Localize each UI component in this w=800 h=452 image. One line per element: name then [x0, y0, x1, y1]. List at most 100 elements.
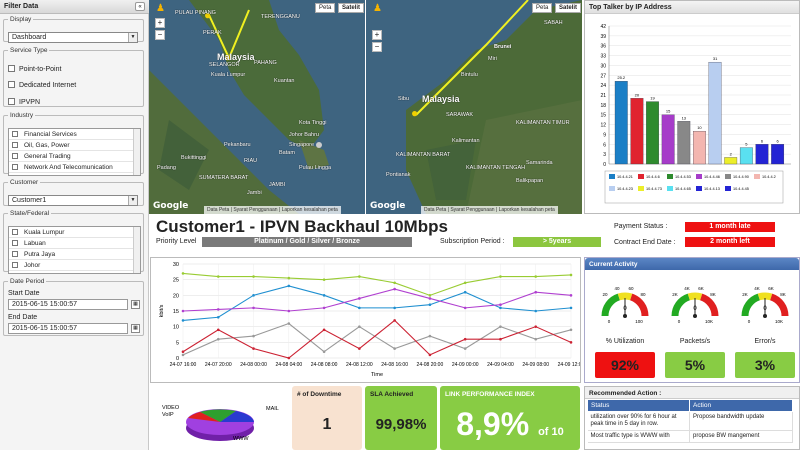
data-point[interactable] [569, 306, 573, 310]
data-point[interactable] [322, 278, 326, 281]
list-item[interactable]: Johor [9, 260, 140, 271]
customer-select[interactable]: Customer1 ▼ [8, 195, 138, 206]
data-point[interactable] [534, 337, 538, 341]
map-footer-link[interactable]: Syarat Penggunaan [450, 207, 494, 213]
bar[interactable] [724, 157, 738, 165]
data-point[interactable] [322, 306, 326, 310]
data-point[interactable] [322, 294, 326, 297]
list-scrollbar[interactable] [133, 129, 140, 175]
data-point[interactable] [499, 303, 502, 307]
data-point[interactable] [393, 281, 396, 285]
bar[interactable] [646, 101, 659, 165]
list-item[interactable]: Putra Jaya [9, 249, 140, 260]
data-point[interactable] [252, 275, 255, 278]
zoom-in-button[interactable]: + [155, 18, 165, 28]
start-date-input[interactable]: 2015-06-15 15:00:57 [8, 299, 128, 310]
data-point[interactable] [569, 294, 573, 297]
satellite-view-button[interactable]: Satelit [338, 3, 365, 13]
data-point[interactable] [499, 275, 502, 278]
map-view-button[interactable]: Peta [532, 3, 553, 13]
zoom-out-button[interactable]: − [155, 30, 165, 40]
data-point[interactable] [499, 306, 502, 310]
data-point[interactable] [181, 350, 185, 354]
data-point[interactable] [534, 309, 538, 313]
industry-list[interactable]: Financial Services Oil, Gas, Power Gener… [8, 128, 141, 176]
list-item[interactable]: Oil, Gas, Power [9, 140, 140, 151]
data-point[interactable] [534, 275, 538, 278]
data-point[interactable] [428, 303, 432, 307]
bar[interactable] [739, 147, 753, 165]
data-point[interactable] [393, 306, 396, 310]
data-point[interactable] [322, 328, 326, 332]
pegman-icon[interactable]: ♟ [373, 3, 382, 14]
collapse-icon[interactable]: « [135, 2, 145, 11]
data-point[interactable] [499, 325, 502, 328]
map-view-button[interactable]: Peta [315, 3, 336, 13]
pegman-icon[interactable]: ♟ [156, 3, 165, 14]
checkbox-ipvpn[interactable]: IPVPN [8, 98, 40, 106]
data-point[interactable] [358, 297, 361, 300]
map-footer[interactable]: Data Peta | Syarat Penggunaan | Laporkan… [204, 206, 341, 214]
bar[interactable] [771, 144, 785, 165]
bar[interactable] [661, 114, 675, 165]
checkbox-dedicated-internet[interactable]: Dedicated Internet [8, 81, 76, 89]
map-borneo[interactable]: ● SABAH Brunei Miri Bintulu Malaysia Sib… [366, 0, 582, 214]
map-peninsular[interactable]: ● ● PULAU PINANG PERAK Malaysia Kuala Lu… [149, 0, 365, 214]
bar[interactable] [693, 130, 706, 165]
data-point[interactable] [428, 353, 432, 357]
map-footer[interactable]: Data Peta | Syarat Penggunaan | Laporkan… [421, 206, 558, 214]
list-item[interactable]: Financial Services [9, 129, 140, 140]
data-point[interactable] [428, 297, 432, 300]
data-point[interactable] [428, 294, 432, 297]
data-point[interactable] [569, 328, 573, 332]
calendar-icon[interactable]: ▦ [131, 300, 140, 309]
data-point[interactable] [358, 275, 361, 278]
data-point[interactable] [287, 284, 291, 288]
data-point[interactable] [569, 273, 573, 277]
data-point[interactable] [181, 353, 185, 357]
bar[interactable] [708, 61, 722, 165]
data-point[interactable] [216, 275, 220, 278]
bar[interactable] [755, 144, 769, 165]
data-point[interactable] [181, 319, 185, 322]
map-marker-icon[interactable]: ● [411, 106, 418, 120]
map-footer-link[interactable]: Laporkan kesalahan peta [282, 207, 338, 213]
data-point[interactable] [428, 334, 432, 338]
data-point[interactable] [322, 350, 326, 354]
zoom-out-button[interactable]: − [372, 42, 382, 52]
display-select[interactable]: Dashboard ▼ [8, 32, 138, 43]
data-point[interactable] [287, 356, 291, 360]
map-footer-link[interactable]: Laporkan kesalahan peta [499, 207, 555, 213]
data-point[interactable] [181, 272, 185, 275]
bar[interactable] [630, 98, 644, 165]
data-point[interactable] [393, 347, 396, 350]
map-footer-link[interactable]: Syarat Penggunaan [233, 207, 277, 213]
data-point[interactable] [287, 276, 291, 280]
data-point[interactable] [463, 347, 467, 350]
data-point[interactable] [216, 328, 220, 332]
data-point[interactable] [358, 347, 361, 350]
list-item[interactable]: Kuala Lumpur [9, 227, 140, 238]
list-scrollbar[interactable] [133, 227, 140, 273]
data-point[interactable] [499, 337, 502, 341]
satellite-view-button[interactable]: Satelit [555, 3, 582, 13]
data-point[interactable] [463, 337, 467, 341]
data-point[interactable] [569, 341, 573, 344]
list-item[interactable]: Network And Telecomunication [9, 162, 140, 173]
data-point[interactable] [181, 309, 185, 313]
calendar-icon[interactable]: ▦ [131, 324, 140, 333]
data-point[interactable] [534, 325, 538, 328]
list-item[interactable]: General Trading [9, 151, 140, 162]
list-item[interactable]: Labuan [9, 238, 140, 249]
data-point[interactable] [393, 287, 396, 291]
data-point[interactable] [252, 294, 255, 297]
data-point[interactable] [358, 325, 361, 328]
data-point[interactable] [287, 322, 291, 325]
data-point[interactable] [216, 337, 220, 341]
bar[interactable] [614, 81, 628, 165]
data-point[interactable] [287, 309, 291, 313]
bar[interactable] [677, 121, 691, 165]
data-point[interactable] [463, 281, 467, 285]
end-date-input[interactable]: 2015-06-15 15:00:57 [8, 323, 128, 334]
data-point[interactable] [393, 319, 396, 322]
